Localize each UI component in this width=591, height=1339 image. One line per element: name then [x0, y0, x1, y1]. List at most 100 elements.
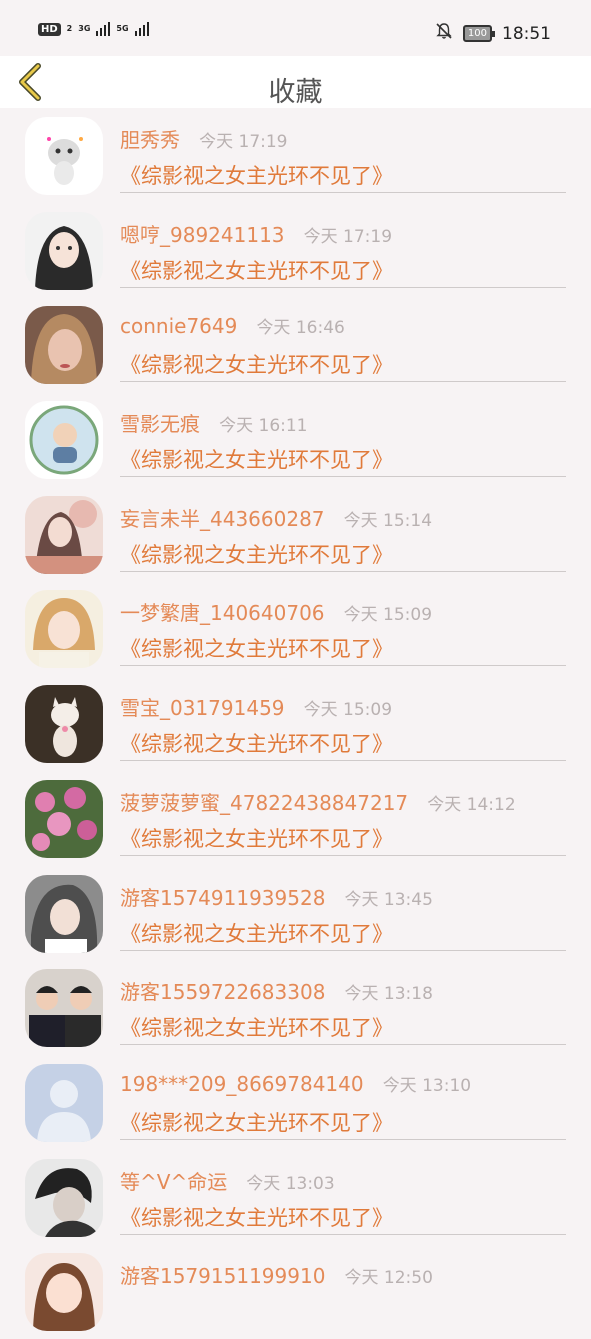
divider — [120, 1233, 566, 1235]
timestamp: 今天 14:12 — [427, 794, 516, 815]
book-title[interactable]: 《综影视之女主光环不见了》 — [120, 255, 393, 285]
divider — [120, 760, 566, 762]
avatar[interactable] — [25, 117, 103, 195]
divider — [120, 854, 566, 856]
item-meta: 198***209_8669784140 今天 13:10 — [120, 1071, 471, 1096]
network-5g-label: 5G — [116, 24, 129, 33]
divider — [120, 286, 566, 288]
favorite-item[interactable]: 游客1574911939528 今天 13:45 《综影视之女主光环不见了》 — [0, 866, 591, 961]
timestamp: 今天 13:18 — [344, 984, 433, 1005]
user-name[interactable]: 菠萝菠萝蜜_47822438847217 — [120, 791, 408, 815]
avatar[interactable] — [25, 495, 103, 574]
favorite-item[interactable]: 一梦繁唐_140640706 今天 15:09 《综影视之女主光环不见了》 — [0, 581, 591, 676]
avatar[interactable] — [25, 306, 103, 385]
timestamp: 今天 15:09 — [343, 605, 433, 626]
timestamp: 今天 17:19 — [199, 132, 288, 152]
item-meta: 嗯哼_989241113 今天 17:19 — [120, 219, 392, 248]
divider — [120, 570, 566, 572]
avatar[interactable] — [25, 401, 103, 480]
divider — [120, 949, 566, 951]
avatar[interactable] — [25, 685, 103, 764]
item-meta: 游客1574911939528 今天 13:45 — [120, 882, 433, 911]
user-name[interactable]: 游客1574911939528 — [120, 886, 325, 910]
hd-sub: 2 — [66, 24, 73, 33]
divider — [120, 665, 566, 667]
status-left: HD 2 3G 5G — [38, 22, 149, 36]
user-name[interactable]: 妄言未半_443660287 — [120, 507, 325, 531]
avatar[interactable] — [25, 211, 103, 290]
avatar[interactable] — [25, 1063, 103, 1142]
user-name[interactable]: 198***209_8669784140 — [120, 1072, 364, 1096]
network-3g-label: 3G — [78, 24, 91, 33]
favorites-list: 胆秀秀 今天 17:19 《综影视之女主光环不见了》 嗯哼_989241113 … — [0, 108, 591, 1339]
item-meta: 雪宝_031791459 今天 15:09 — [120, 692, 392, 721]
timestamp: 今天 16:46 — [256, 318, 345, 339]
user-name[interactable]: 嗯哼_989241113 — [120, 223, 285, 247]
avatar[interactable] — [25, 779, 103, 858]
favorite-item[interactable]: 雪影无痕 今天 16:11 《综影视之女主光环不见了》 — [0, 392, 591, 487]
avatar[interactable] — [25, 590, 103, 669]
battery-icon: 100 — [462, 25, 496, 42]
divider — [120, 192, 566, 193]
favorite-item[interactable]: 胆秀秀 今天 17:19 《综影视之女主光环不见了》 — [0, 108, 591, 203]
item-meta: 胆秀秀 今天 17:19 — [120, 124, 288, 153]
item-meta: 游客1559722683308 今天 13:18 — [120, 976, 433, 1005]
timestamp: 今天 17:19 — [303, 226, 393, 247]
favorite-item[interactable]: 雪宝_031791459 今天 15:09 《综影视之女主光环不见了》 — [0, 676, 591, 771]
book-title[interactable]: 《综影视之女主光环不见了》 — [120, 728, 393, 758]
user-name[interactable]: 雪影无痕 — [120, 412, 200, 436]
item-meta: 菠萝菠萝蜜_47822438847217 今天 14:12 — [120, 787, 516, 816]
status-right: 100 18:51 — [435, 22, 551, 45]
timestamp: 今天 15:09 — [303, 700, 393, 721]
user-name[interactable]: connie7649 — [120, 314, 237, 338]
item-meta: connie7649 今天 16:46 — [120, 313, 345, 338]
divider — [120, 1044, 566, 1046]
favorite-item[interactable]: 游客1579151199910 今天 12:50 — [0, 1244, 591, 1339]
user-name[interactable]: 雪宝_031791459 — [120, 696, 285, 720]
timestamp: 今天 13:03 — [246, 1173, 335, 1194]
avatar[interactable] — [25, 969, 103, 1048]
timestamp: 今天 15:14 — [343, 510, 433, 531]
item-meta: 雪影无痕 今天 16:11 — [120, 408, 308, 437]
item-meta: 妄言未半_443660287 今天 15:14 — [120, 503, 432, 532]
favorite-item[interactable]: 等^V^命运 今天 13:03 《综影视之女主光环不见了》 — [0, 1150, 591, 1245]
user-name[interactable]: 一梦繁唐_140640706 — [120, 601, 325, 625]
book-title[interactable]: 《综影视之女主光环不见了》 — [120, 823, 393, 853]
timestamp: 今天 16:11 — [219, 416, 308, 437]
hd-indicator: HD — [38, 22, 61, 36]
avatar[interactable] — [25, 1253, 103, 1332]
nav-bar: 收藏 — [0, 56, 591, 108]
user-name[interactable]: 等^V^命运 — [120, 1170, 227, 1194]
book-title[interactable]: 《综影视之女主光环不见了》 — [120, 633, 393, 663]
signal-icon-2 — [134, 22, 149, 36]
timestamp: 今天 12:50 — [344, 1268, 433, 1289]
divider — [120, 476, 566, 478]
timestamp: 今天 13:10 — [382, 1075, 472, 1096]
user-name[interactable]: 胆秀秀 — [120, 128, 180, 152]
item-meta: 等^V^命运 今天 13:03 — [120, 1166, 335, 1195]
book-title[interactable]: 《综影视之女主光环不见了》 — [120, 1107, 393, 1137]
book-title[interactable]: 《综影视之女主光环不见了》 — [120, 444, 393, 474]
favorite-item[interactable]: 嗯哼_989241113 今天 17:19 《综影视之女主光环不见了》 — [0, 203, 591, 298]
divider — [120, 1138, 566, 1140]
divider — [120, 381, 566, 383]
book-title[interactable]: 《综影视之女主光环不见了》 — [120, 1202, 393, 1232]
book-title[interactable]: 《综影视之女主光环不见了》 — [120, 349, 393, 379]
book-title[interactable]: 《综影视之女主光环不见了》 — [120, 160, 393, 190]
avatar[interactable] — [25, 874, 103, 953]
favorite-item[interactable]: 游客1559722683308 今天 13:18 《综影视之女主光环不见了》 — [0, 960, 591, 1055]
user-name[interactable]: 游客1559722683308 — [120, 980, 325, 1004]
favorite-item[interactable]: connie7649 今天 16:46 《综影视之女主光环不见了》 — [0, 297, 591, 392]
favorite-item[interactable]: 妄言未半_443660287 今天 15:14 《综影视之女主光环不见了》 — [0, 487, 591, 582]
favorite-item[interactable]: 198***209_8669784140 今天 13:10 《综影视之女主光环不… — [0, 1055, 591, 1150]
book-title[interactable]: 《综影视之女主光环不见了》 — [120, 1012, 393, 1042]
book-title[interactable]: 《综影视之女主光环不见了》 — [120, 539, 393, 569]
page-title: 收藏 — [268, 77, 323, 108]
clock: 18:51 — [502, 23, 551, 44]
signal-icon — [96, 22, 111, 36]
book-title[interactable]: 《综影视之女主光环不见了》 — [120, 918, 393, 948]
user-name[interactable]: 游客1579151199910 — [120, 1264, 325, 1288]
avatar[interactable] — [25, 1158, 103, 1237]
timestamp: 今天 13:45 — [344, 889, 433, 910]
favorite-item[interactable]: 菠萝菠萝蜜_47822438847217 今天 14:12 《综影视之女主光环不… — [0, 771, 591, 866]
